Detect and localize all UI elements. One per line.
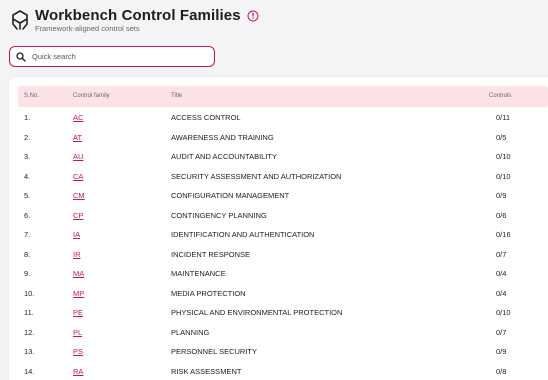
column-header-controls[interactable]: Controls — [489, 93, 511, 99]
family-title: RISK ASSESSMENT — [171, 366, 242, 376]
family-title: PLANNING — [171, 327, 210, 337]
table-row: 4. CA SECURITY ASSESSMENT AND AUTHORIZATIO… — [9, 167, 548, 186]
control-families-table: S.No. Control family Title Controls 1. AC… — [9, 77, 548, 380]
table-row: 1. AC ACCESS CONTROL 0/11 — [9, 108, 548, 127]
control-family-link[interactable]: PE — [73, 303, 83, 322]
column-header-sno[interactable]: S.No. — [24, 93, 39, 99]
table-row: 11. PE PHYSICAL AND ENVIRONMENTAL PROTECTI… — [9, 303, 548, 322]
table-row: 12. PL PLANNING 0/7 — [9, 323, 548, 342]
control-family-link[interactable]: IR — [73, 245, 81, 264]
table-row: 10. MP MEDIA PROTECTION 0/4 — [9, 284, 548, 303]
controls-count: 0/6 — [496, 210, 507, 220]
control-family-link[interactable]: AT — [73, 128, 82, 147]
search-input[interactable] — [30, 51, 214, 62]
info-icon[interactable] — [247, 10, 259, 22]
row-number: 13. — [24, 347, 35, 356]
row-number: 9. — [24, 269, 31, 278]
row-number: 4. — [24, 171, 31, 181]
page-title: Workbench Control Families — [35, 7, 241, 24]
row-number: 7. — [24, 230, 31, 239]
control-family-link[interactable]: MA — [73, 264, 84, 283]
controls-count: 0/5 — [496, 132, 507, 142]
row-number: 8. — [24, 249, 31, 259]
row-number: 5. — [24, 191, 31, 200]
page-subtitle: Framework-aligned control sets — [35, 24, 140, 33]
table-row: 14. RA RISK ASSESSMENT 0/8 — [9, 362, 548, 380]
controls-count: 0/11 — [496, 113, 511, 122]
controls-count: 0/4 — [496, 288, 507, 298]
table-row: 9. MA MAINTENANCE 0/4 — [9, 264, 548, 283]
column-header-family[interactable]: Control family — [73, 93, 110, 99]
controls-count: 0/10 — [496, 152, 511, 161]
table-row: 7. IA IDENTIFICATION AND AUTHENTICATION 0/1… — [9, 225, 548, 244]
family-title: SECURITY ASSESSMENT AND AUTHORIZATION — [171, 171, 342, 181]
controls-count: 0/4 — [496, 269, 507, 278]
family-title: ACCESS CONTROL — [171, 113, 241, 122]
controls-count: 0/10 — [496, 171, 511, 181]
workbench-logo-icon — [12, 10, 28, 30]
family-title: MEDIA PROTECTION — [171, 288, 246, 298]
family-title: CONTINGENCY PLANNING — [171, 210, 267, 220]
column-header-title[interactable]: Title — [171, 93, 182, 99]
family-title: PERSONNEL SECURITY — [171, 347, 257, 356]
control-family-link[interactable]: PL — [73, 323, 82, 342]
table-row: 8. IR INCIDENT RESPONSE 0/7 — [9, 245, 548, 264]
control-family-link[interactable]: CP — [73, 206, 83, 225]
family-title: AUDIT AND ACCOUNTABILITY — [171, 152, 277, 161]
row-number: 11. — [24, 308, 34, 317]
controls-count: 0/8 — [496, 366, 507, 376]
control-family-link[interactable]: RA — [73, 362, 83, 380]
controls-count: 0/7 — [496, 327, 507, 337]
controls-count: 0/10 — [496, 308, 511, 317]
control-family-link[interactable]: CM — [73, 186, 85, 205]
family-title: CONFIGURATION MANAGEMENT — [171, 191, 290, 200]
table-row: 2. AT AWARENESS AND TRAINING 0/5 — [9, 128, 548, 147]
row-number: 1. — [24, 113, 31, 122]
control-family-link[interactable]: AC — [73, 108, 83, 127]
table-row: 13. PS PERSONNEL SECURITY 0/9 — [9, 342, 548, 361]
control-family-link[interactable]: CA — [73, 167, 83, 186]
control-family-link[interactable]: IA — [73, 225, 80, 244]
control-family-link[interactable]: MP — [73, 284, 84, 303]
row-number: 6. — [24, 210, 31, 220]
search-box[interactable] — [9, 46, 215, 67]
row-number: 2. — [24, 132, 31, 142]
controls-count: 0/9 — [496, 191, 507, 200]
row-number: 12. — [24, 327, 35, 337]
table-header: S.No. Control family Title Controls — [18, 86, 548, 107]
family-title: PHYSICAL AND ENVIRONMENTAL PROTECTION — [171, 308, 343, 317]
row-number: 10. — [24, 288, 35, 298]
control-family-link[interactable]: AU — [73, 147, 83, 166]
controls-count: 0/9 — [496, 347, 507, 356]
family-title: INCIDENT RESPONSE — [171, 249, 251, 259]
controls-count: 0/16 — [496, 230, 511, 239]
control-family-link[interactable]: PS — [73, 342, 83, 361]
row-number: 14. — [24, 366, 35, 376]
table-row: 3. AU AUDIT AND ACCOUNTABILITY 0/10 — [9, 147, 548, 166]
controls-count: 0/7 — [496, 249, 507, 259]
table-row: 6. CP CONTINGENCY PLANNING 0/6 — [9, 206, 548, 225]
family-title: IDENTIFICATION AND AUTHENTICATION — [171, 230, 315, 239]
row-number: 3. — [24, 152, 31, 161]
family-title: MAINTENANCE — [171, 269, 226, 278]
table-row: 5. CM CONFIGURATION MANAGEMENT 0/9 — [9, 186, 548, 205]
search-icon — [16, 51, 26, 62]
family-title: AWARENESS AND TRAINING — [171, 132, 274, 142]
